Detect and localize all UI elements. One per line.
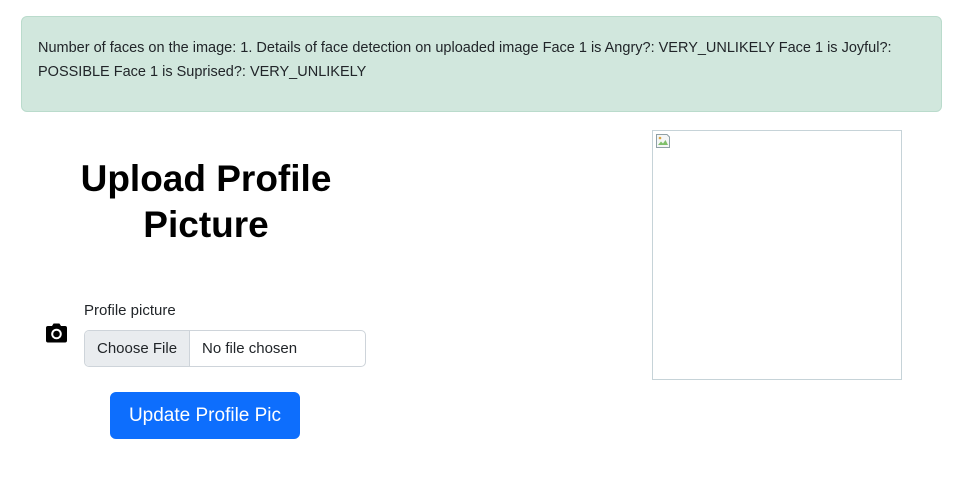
update-profile-pic-button[interactable]: Update Profile Pic	[110, 392, 300, 439]
profile-picture-label: Profile picture	[84, 302, 176, 319]
broken-image-icon	[655, 133, 671, 149]
alert-message: Number of faces on the image: 1. Details…	[38, 40, 892, 80]
page: Number of faces on the image: 1. Details…	[0, 0, 978, 497]
choose-file-button[interactable]: Choose File	[85, 331, 191, 366]
camera-icon	[45, 322, 68, 344]
face-detection-alert: Number of faces on the image: 1. Details…	[21, 16, 942, 112]
page-title: Upload Profile Picture	[80, 158, 332, 245]
profile-picture-file-input[interactable]: Choose File No file chosen	[84, 330, 366, 367]
file-status-text: No file chosen	[202, 340, 298, 357]
profile-image-preview	[652, 130, 902, 380]
